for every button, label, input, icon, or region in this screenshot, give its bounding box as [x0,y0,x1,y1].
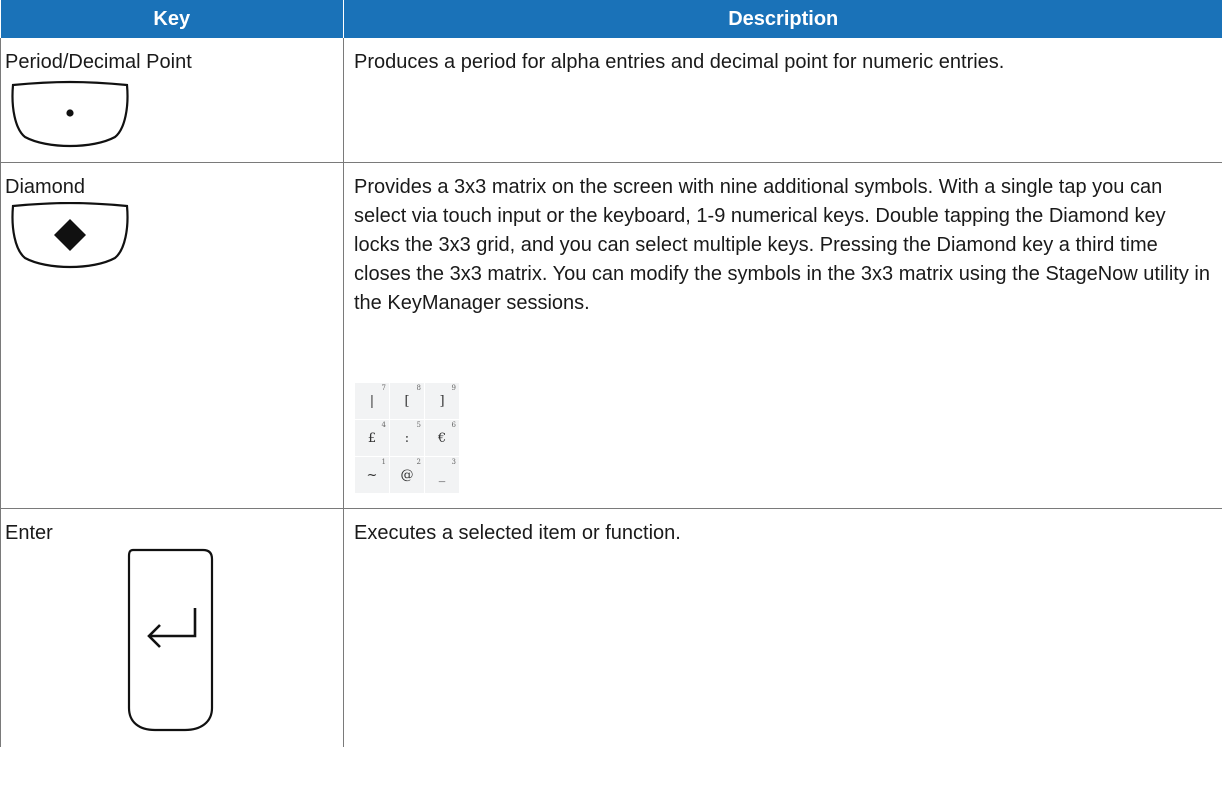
matrix-cell: ~1 [354,456,390,494]
description-text: Executes a selected item or function. [354,522,681,544]
key-column-header: Key [0,0,344,38]
period-key-icon [11,80,129,148]
table-row: Diamond Provides a 3x3 matrix on the scr… [0,162,1222,509]
diamond-key-icon [11,202,129,269]
matrix-cell: €6 [424,419,460,457]
matrix-number: 1 [381,458,386,466]
table-row: Enter Executes a selected item or functi… [0,508,1222,748]
table-header-row: Key Description [0,0,1222,38]
description-cell: Provides a 3x3 matrix on the screen with… [343,162,1222,509]
matrix-number: 5 [416,421,421,429]
matrix-symbol: € [437,430,447,446]
description-cell: Executes a selected item or function. [344,509,1222,748]
key-cell: Enter [0,508,344,747]
symbol-matrix: | 7 [8 ] 9 £4 :5 €6 ~1 @2 _ 3 [354,382,460,494]
matrix-symbol: @ [400,467,414,483]
matrix-cell: ] 9 [424,382,460,420]
matrix-symbol: _ [438,467,446,483]
key-cell: Diamond [0,162,344,509]
enter-key-icon [127,548,214,732]
matrix-symbol: [ [404,393,410,409]
matrix-number: 8 [416,384,421,392]
key-description-table: Key Description Period/Decimal Point Pro… [0,0,1222,747]
matrix-symbol: : [404,430,410,446]
matrix-symbol: | [369,393,375,409]
matrix-number: 4 [381,421,386,429]
description-text: Provides a 3x3 matrix on the screen with… [354,176,1210,314]
matrix-cell: @2 [389,456,425,494]
matrix-number: 2 [416,458,421,466]
matrix-symbol: £ [367,430,377,446]
description-column-header: Description [343,0,1222,38]
key-cell: Period/Decimal Point [0,38,344,163]
matrix-cell: _ 3 [424,456,460,494]
matrix-cell: [8 [389,382,425,420]
key-label: Diamond [5,176,86,198]
matrix-number: 9 [451,384,456,392]
matrix-cell: :5 [389,419,425,457]
description-cell: Produces a period for alpha entries and … [343,38,1222,163]
key-label: Period/Decimal Point [5,51,192,73]
table-row: Period/Decimal Point Produces a period f… [0,38,1222,163]
description-text: Produces a period for alpha entries and … [354,51,1005,73]
matrix-number: 7 [381,384,386,392]
matrix-cell: £4 [354,419,390,457]
matrix-number: 3 [451,458,456,466]
matrix-symbol: ] [439,393,445,409]
matrix-number: 6 [451,421,456,429]
matrix-symbol: ~ [366,467,378,483]
key-label: Enter [5,522,53,544]
matrix-cell: | 7 [354,382,390,420]
